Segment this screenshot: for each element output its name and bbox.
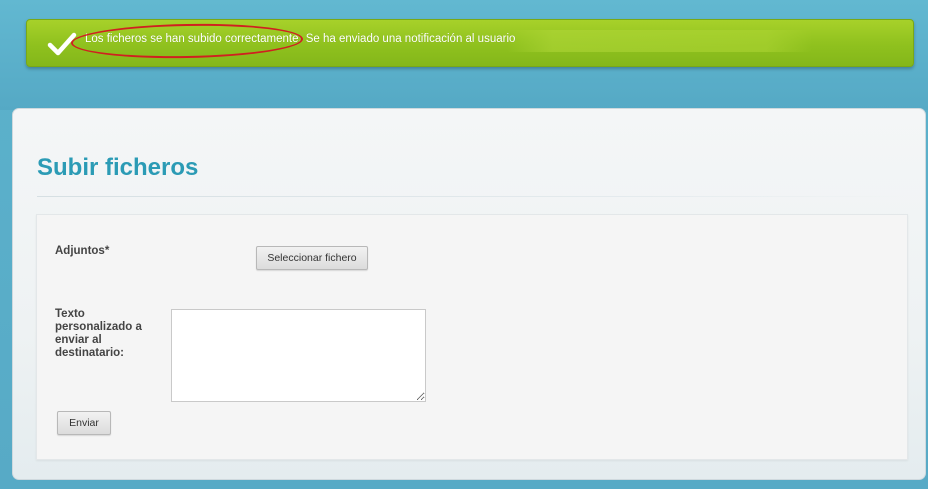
attachments-label: Adjuntos* (55, 245, 110, 257)
page-title: Subir ficheros (37, 154, 199, 181)
custom-text-input[interactable] (171, 309, 426, 402)
notification-message-part2: Se ha enviado una notificación al usuari… (305, 33, 516, 45)
send-button[interactable]: Enviar (57, 411, 111, 435)
title-divider (37, 196, 905, 197)
upload-form: Adjuntos* Seleccionar fichero Texto pers… (36, 214, 908, 460)
redacted-text-region (507, 30, 812, 52)
main-panel: Subir ficheros Adjuntos* Seleccionar fic… (12, 108, 926, 480)
custom-text-label: Texto personalizado a enviar al destinat… (55, 308, 142, 359)
select-file-button[interactable]: Seleccionar fichero (256, 246, 368, 270)
